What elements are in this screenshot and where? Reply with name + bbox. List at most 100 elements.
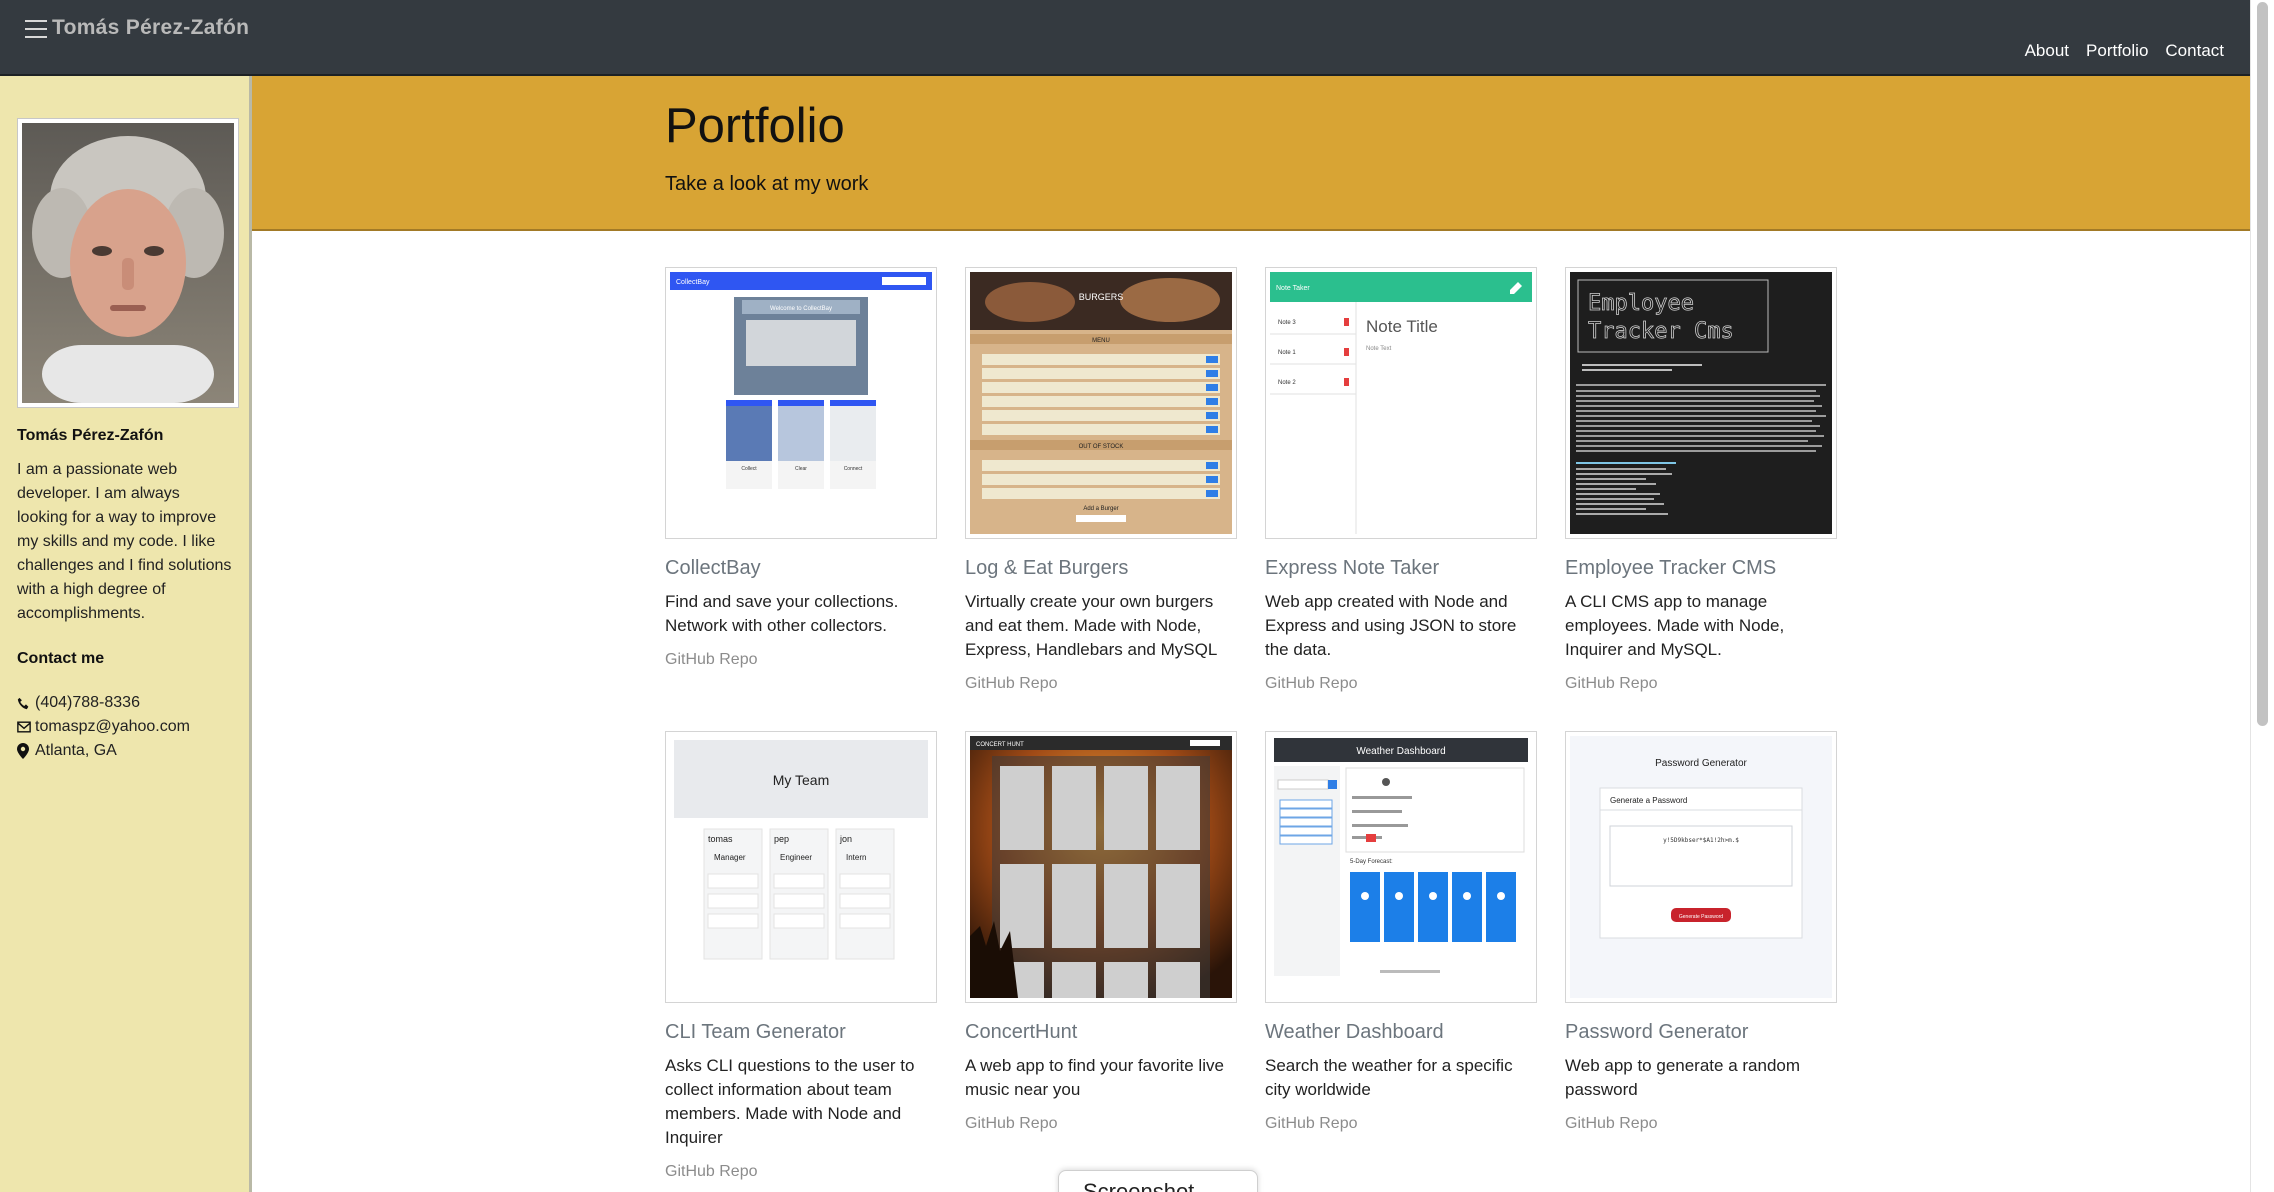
menu-icon[interactable] — [25, 20, 47, 38]
svg-text:Generate Password: Generate Password — [1679, 914, 1723, 920]
svg-text:BURGERS: BURGERS — [1079, 292, 1124, 302]
project-card-concerthunt: CONCERT HUNT ConcertHunt A web app to fi… — [965, 731, 1237, 1181]
svg-text:CollectBay: CollectBay — [676, 279, 710, 286]
svg-text:Collect: Collect — [741, 466, 757, 472]
project-title: Weather Dashboard — [1265, 1021, 1444, 1043]
contact-location-text: Atlanta, GA — [35, 742, 117, 759]
project-description: Search the weather for a specific city w… — [1265, 1056, 1513, 1099]
profile-bio: I am a passionate web developer. I am al… — [17, 461, 232, 622]
svg-text:Manager: Manager — [714, 853, 746, 862]
github-repo-link[interactable]: GitHub Repo — [1265, 1115, 1537, 1133]
contact-phone-text: (404)788-8336 — [35, 694, 140, 711]
profile-photo — [17, 118, 239, 408]
svg-text:Clear: Clear — [795, 466, 807, 472]
svg-text:Welcome to CollectBay: Welcome to CollectBay — [770, 306, 832, 312]
project-description: Virtually create your own burgers and ea… — [965, 592, 1218, 659]
project-description: A web app to find your favorite live mus… — [965, 1056, 1224, 1099]
project-title: Express Note Taker — [1265, 557, 1440, 579]
svg-text:MENU: MENU — [1092, 338, 1110, 344]
nav-link-about[interactable]: About — [2025, 41, 2069, 61]
contact-email[interactable]: tomaspz@yahoo.com — [17, 715, 233, 739]
project-thumbnail[interactable]: Employee Tracker Cms — [1565, 267, 1837, 539]
svg-text:Note Taker: Note Taker — [1276, 285, 1310, 292]
project-card-team-generator: My Team tomas pep jon Manager Engineer I… — [665, 731, 937, 1181]
project-card-burgers: BURGERS MENU OUT OF STOCK Add a Burger L… — [965, 267, 1237, 731]
svg-text:CONCERT HUNT: CONCERT HUNT — [976, 742, 1024, 748]
project-thumbnail[interactable]: Password Generator Generate a Password y… — [1565, 731, 1837, 1003]
contact-phone[interactable]: (404)788-8336 — [17, 691, 233, 715]
phone-icon — [17, 697, 35, 710]
envelope-icon — [17, 721, 35, 733]
contact-heading: Contact me — [17, 650, 105, 667]
svg-text:Connect: Connect — [844, 466, 863, 472]
project-description: Asks CLI questions to the user to collec… — [665, 1056, 915, 1147]
github-repo-link[interactable]: GitHub Repo — [665, 651, 937, 669]
project-title: CLI Team Generator — [665, 1021, 846, 1043]
project-description: Find and save your collections. Network … — [665, 592, 899, 635]
project-thumbnail[interactable]: CONCERT HUNT — [965, 731, 1237, 1003]
github-repo-link[interactable]: GitHub Repo — [965, 1115, 1237, 1133]
nav-links: About Portfolio Contact — [2025, 41, 2224, 61]
project-card-password: Password Generator Generate a Password y… — [1565, 731, 1837, 1181]
project-description: Web app to generate a random password — [1565, 1056, 1801, 1099]
github-repo-link[interactable]: GitHub Repo — [1265, 675, 1537, 693]
top-navbar: Tomás Pérez-Zafón About Portfolio Contac… — [0, 0, 2250, 76]
svg-text:Note 1: Note 1 — [1278, 350, 1296, 356]
svg-text:jon: jon — [839, 834, 852, 844]
svg-text:Note Text: Note Text — [1366, 346, 1392, 352]
svg-text:Intern: Intern — [846, 853, 866, 862]
svg-text:Tracker Cms: Tracker Cms — [1588, 319, 1734, 344]
project-card-collectbay: CollectBay Welcome to CollectBay Collect… — [665, 267, 937, 731]
project-title: ConcertHunt — [965, 1021, 1078, 1043]
scrollbar-thumb[interactable] — [2257, 2, 2268, 726]
profile-sidebar: Tomás Pérez-Zafón I am a passionate web … — [0, 76, 252, 1192]
map-pin-icon — [17, 743, 35, 759]
project-thumbnail[interactable]: CollectBay Welcome to CollectBay Collect… — [665, 267, 937, 539]
contact-location: Atlanta, GA — [17, 739, 233, 763]
svg-text:y!5D9kbser*$A1!2h>m.$: y!5D9kbser*$A1!2h>m.$ — [1663, 837, 1739, 844]
github-repo-link[interactable]: GitHub Repo — [665, 1163, 937, 1181]
svg-text:Employee: Employee — [1588, 291, 1694, 316]
github-repo-link[interactable]: GitHub Repo — [1565, 1115, 1837, 1133]
svg-text:OUT OF STOCK: OUT OF STOCK — [1079, 444, 1124, 450]
svg-text:Note Title: Note Title — [1366, 317, 1438, 336]
svg-text:tomas: tomas — [708, 834, 733, 844]
svg-text:Password Generator: Password Generator — [1655, 758, 1747, 769]
project-description: Web app created with Node and Express an… — [1265, 592, 1517, 659]
project-thumbnail[interactable]: Weather Dashboard 5-Day Forecast: — [1265, 731, 1537, 1003]
svg-text:Engineer: Engineer — [780, 853, 812, 862]
svg-text:Generate a Password: Generate a Password — [1610, 796, 1687, 805]
screenshot-button[interactable]: Screenshot — [1058, 1170, 1258, 1192]
project-title: CollectBay — [665, 557, 761, 579]
nav-link-contact[interactable]: Contact — [2165, 41, 2224, 61]
page-subtitle: Take a look at my work — [665, 173, 869, 195]
svg-text:5-Day Forecast:: 5-Day Forecast: — [1350, 859, 1393, 865]
page-scrollbar[interactable] — [2250, 0, 2274, 1192]
nav-link-portfolio[interactable]: Portfolio — [2086, 41, 2148, 61]
svg-text:Add a Burger: Add a Burger — [1083, 506, 1118, 512]
contact-list: (404)788-8336 tomaspz@yahoo.com Atlanta,… — [17, 691, 233, 763]
svg-text:pep: pep — [774, 834, 789, 844]
portfolio-grid: CollectBay Welcome to CollectBay Collect… — [665, 267, 1845, 1181]
project-thumbnail[interactable]: My Team tomas pep jon Manager Engineer I… — [665, 731, 937, 1003]
project-card-employee-tracker: Employee Tracker Cms Employee Tracker CM… — [1565, 267, 1837, 731]
project-thumbnail[interactable]: Note Taker Note 3 Note 1 Note 2 Note Tit… — [1265, 267, 1537, 539]
project-title: Log & Eat Burgers — [965, 557, 1129, 579]
svg-text:Weather Dashboard: Weather Dashboard — [1356, 746, 1445, 757]
github-repo-link[interactable]: GitHub Repo — [1565, 675, 1837, 693]
svg-text:Note 2: Note 2 — [1278, 380, 1296, 386]
navbar-brand[interactable]: Tomás Pérez-Zafón — [52, 16, 249, 40]
project-card-weather: Weather Dashboard 5-Day Forecast: Weathe… — [1265, 731, 1537, 1181]
github-repo-link[interactable]: GitHub Repo — [965, 675, 1237, 693]
profile-name: Tomás Pérez-Zafón — [17, 427, 164, 444]
svg-text:Note 3: Note 3 — [1278, 320, 1296, 326]
contact-email-text: tomaspz@yahoo.com — [35, 718, 190, 735]
portfolio-hero: Portfolio Take a look at my work — [252, 76, 2250, 231]
svg-text:My Team: My Team — [773, 772, 830, 788]
project-title: Password Generator — [1565, 1021, 1749, 1043]
page-title: Portfolio — [665, 99, 845, 153]
project-thumbnail[interactable]: BURGERS MENU OUT OF STOCK Add a Burger — [965, 267, 1237, 539]
project-card-note-taker: Note Taker Note 3 Note 1 Note 2 Note Tit… — [1265, 267, 1537, 731]
project-title: Employee Tracker CMS — [1565, 557, 1777, 579]
project-description: A CLI CMS app to manage employees. Made … — [1565, 592, 1785, 659]
